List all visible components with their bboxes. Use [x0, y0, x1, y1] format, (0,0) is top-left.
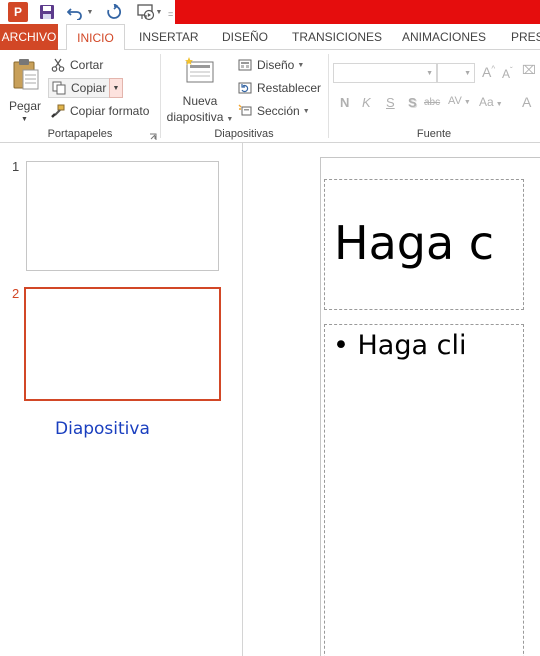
paste-label: Pegar [8, 99, 42, 113]
content-placeholder-text: • Haga cli [333, 330, 467, 361]
save-icon[interactable] [38, 2, 56, 22]
change-case-label: Aa [479, 95, 494, 109]
italic-button[interactable]: K [362, 95, 371, 110]
copy-icon [51, 80, 67, 96]
bold-button[interactable]: N [340, 95, 349, 110]
qat-separator: = [168, 9, 174, 19]
undo-icon[interactable] [66, 2, 84, 22]
slides-group-label: Diapositivas [214, 128, 274, 140]
section-icon [237, 103, 253, 119]
reset-button[interactable]: Restablecer [237, 78, 321, 98]
layout-dropdown-icon: ▼ [297, 61, 305, 69]
font-name-dropdown[interactable]: ▼ [333, 63, 437, 83]
new-slide-label-line2: diapositiva ▼ [166, 110, 234, 124]
grow-font-button[interactable]: A^ [482, 64, 495, 80]
clipboard-group-label: Portapapeles [47, 128, 113, 140]
strikethrough-button[interactable]: abc [424, 97, 440, 108]
powerpoint-logo-icon[interactable]: P [8, 2, 28, 22]
clear-formatting-icon[interactable]: ⌧ [522, 63, 536, 77]
customize-toolbar-dropdown-icon[interactable]: ▼ [155, 2, 163, 22]
new-slide-label-text: diapositiva [166, 110, 224, 124]
tab-transiciones[interactable]: TRANSICIONES [286, 24, 388, 50]
slide-thumbnail-pane: 1 2 Diapositiva [0, 143, 243, 656]
title-placeholder-text: Haga c [334, 216, 495, 270]
format-painter-label: Copiar formato [70, 104, 150, 118]
shrink-font-label: A [502, 67, 511, 81]
change-case-dropdown-icon: ▼ [495, 101, 503, 108]
group-separator [328, 54, 329, 138]
reset-label: Restablecer [257, 81, 322, 95]
tab-presentacion[interactable]: PRESE [505, 24, 540, 50]
grow-font-label: A [482, 64, 492, 80]
tab-archivo[interactable]: ARCHIVO [0, 24, 58, 50]
group-separator [160, 54, 161, 138]
slide-number-1: 1 [12, 159, 20, 174]
paste-dropdown-icon[interactable]: ▼ [21, 116, 28, 123]
new-slide-dropdown-icon[interactable]: ▼ [226, 116, 233, 123]
title-placeholder[interactable]: Haga c [324, 179, 524, 310]
start-presentation-icon[interactable] [136, 2, 156, 22]
copy-label: Copiar [71, 81, 107, 95]
chevron-down-icon: ▼ [426, 70, 433, 77]
section-label: Sección [257, 104, 300, 118]
layout-label: Diseño [257, 58, 295, 72]
layout-icon [237, 57, 253, 73]
underline-button[interactable]: S [386, 95, 395, 110]
ribbon: Pegar ▼ Cortar Copiar ▼ Copiar formato P… [0, 50, 540, 143]
slide-thumbnail-1[interactable] [26, 161, 219, 271]
grow-font-caret-icon: ^ [491, 64, 496, 74]
new-slide-label-line1: Nueva [182, 94, 218, 108]
copy-button[interactable]: Copiar [48, 78, 110, 98]
slide-thumbnail-label: Diapositiva [55, 419, 150, 439]
character-spacing-button[interactable]: AV ▼ [448, 95, 471, 107]
scissors-icon [50, 57, 66, 73]
redo-icon[interactable] [105, 2, 123, 22]
ribbon-tabs: ARCHIVO INICIO INSERTAR DISEÑO TRANSICIO… [0, 24, 540, 51]
format-painter-icon [50, 103, 66, 119]
clipboard-launcher-icon[interactable] [149, 130, 157, 140]
title-bar-band [175, 0, 540, 24]
font-color-button[interactable]: A [522, 94, 531, 110]
quick-access-toolbar: P ▼ ▼ = [0, 0, 540, 24]
change-case-button[interactable]: Aa ▼ [479, 95, 503, 109]
tab-inicio[interactable]: INICIO [66, 24, 125, 51]
reset-icon [237, 80, 253, 96]
slide-editing-pane: Haga c • Haga cli [243, 143, 540, 656]
chevron-down-icon: ▼ [464, 70, 471, 77]
new-slide-button[interactable]: Nueva diapositiva ▼ [166, 54, 234, 124]
tab-animaciones[interactable]: ANIMACIONES [396, 24, 492, 50]
paste-icon [12, 58, 40, 92]
layout-button[interactable]: Diseño ▼ [237, 55, 304, 75]
slide-number-2: 2 [12, 286, 20, 301]
copy-dropdown-icon[interactable]: ▼ [109, 78, 123, 98]
slide-thumbnail-2[interactable] [24, 287, 221, 401]
section-dropdown-icon: ▼ [302, 107, 310, 115]
section-button[interactable]: Sección ▼ [237, 101, 310, 121]
font-group-label: Fuente [416, 128, 452, 140]
new-slide-icon [183, 56, 215, 86]
character-spacing-label: AV [448, 95, 462, 107]
tab-diseno[interactable]: DISEÑO [216, 24, 274, 50]
font-size-dropdown[interactable]: ▼ [437, 63, 475, 83]
shrink-font-caret-icon: ˇ [510, 66, 513, 75]
shadow-button[interactable]: S [408, 95, 417, 110]
format-painter-button[interactable]: Copiar formato [50, 101, 149, 121]
character-spacing-dropdown-icon: ▼ [463, 99, 471, 106]
cut-button[interactable]: Cortar [50, 55, 103, 75]
shrink-font-button[interactable]: Aˇ [502, 66, 513, 81]
undo-dropdown-icon[interactable]: ▼ [86, 2, 94, 22]
tab-insertar[interactable]: INSERTAR [133, 24, 205, 50]
content-placeholder[interactable]: • Haga cli [324, 324, 524, 656]
cut-label: Cortar [70, 58, 104, 72]
paste-button[interactable]: Pegar ▼ [6, 56, 44, 123]
